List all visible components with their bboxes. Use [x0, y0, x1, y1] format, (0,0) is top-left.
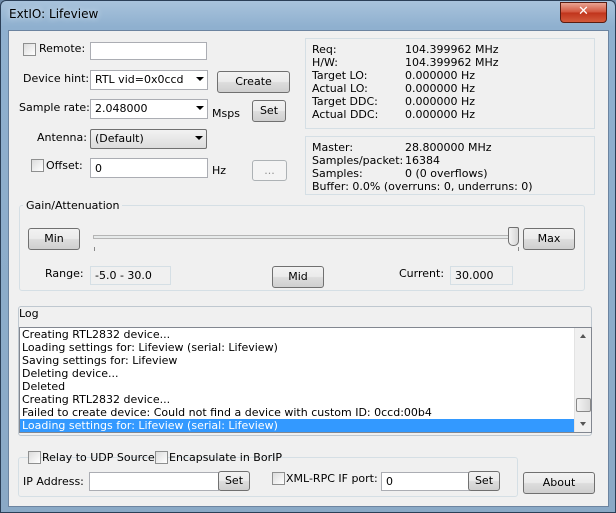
close-button[interactable]: ✕ [560, 2, 607, 23]
gain-min-button[interactable]: Min [28, 228, 80, 250]
freq-info-value: 0.000000 Hz [405, 82, 476, 95]
current-label: Current: [399, 267, 445, 280]
remote-checkbox[interactable] [23, 43, 36, 56]
device-hint-value: RTL vid=0x0ccd pid [95, 73, 205, 86]
gain-max-button[interactable]: Max [523, 228, 575, 250]
title-bar[interactable]: ExtIO: Lifeview ✕ [1, 1, 615, 29]
sample-rate-combo[interactable]: 2.048000 [90, 99, 208, 119]
about-button[interactable]: About [523, 472, 595, 494]
freq-info-label: Target LO: [312, 69, 368, 82]
log-title: Log [19, 307, 39, 320]
sample-rate-unit: Msps [212, 107, 240, 120]
scroll-up-icon[interactable] [575, 328, 591, 344]
xmlrpc-set-button[interactable]: Set [468, 471, 500, 491]
stream-info-label: Master: [312, 141, 354, 154]
log-scroll-thumb[interactable] [576, 398, 591, 412]
ip-address-input[interactable] [89, 472, 219, 491]
chevron-down-icon [195, 136, 203, 140]
freq-info-label: Req: [312, 43, 337, 56]
frequency-info-panel: Req: 104.399962 MHz H/W: 104.399962 MHz Targ… [305, 38, 595, 129]
gain-slider-track[interactable] [93, 235, 519, 239]
range-label: Range: [45, 267, 84, 280]
antenna-label: Antenna: [37, 131, 87, 144]
log-line[interactable]: Deleted [20, 380, 574, 393]
ip-address-label: IP Address: [23, 475, 84, 488]
sample-rate-label: Sample rate: [19, 101, 90, 114]
gain-slider-thumb[interactable] [508, 227, 519, 246]
freq-info-label: Target DDC: [312, 95, 378, 108]
remote-input[interactable] [90, 42, 207, 60]
sample-rate-set-button[interactable]: Set [252, 100, 286, 122]
freq-info-label: Actual LO: [312, 82, 368, 95]
remote-label: Remote: [39, 42, 86, 55]
offset-unit: Hz [212, 164, 227, 177]
offset-label: Offset: [46, 159, 83, 172]
gain-mid-button[interactable]: Mid [272, 266, 324, 288]
stream-info-panel: Master: 28.800000 MHz Samples/packet: 16384… [305, 136, 595, 195]
log-scrollbar[interactable] [574, 328, 591, 432]
chevron-down-icon [196, 77, 204, 81]
scroll-down-icon[interactable] [575, 416, 591, 432]
log-line[interactable]: Loading settings for: Lifeview (serial: … [20, 341, 574, 354]
ip-set-button[interactable]: Set [218, 471, 250, 491]
slider-tick-min [94, 247, 95, 251]
xmlrpc-checkbox[interactable] [272, 472, 285, 485]
xmlrpc-port-label: XML-RPC IF port: [286, 472, 378, 485]
gain-group-title: Gain/Attenuation [23, 199, 123, 212]
offset-input[interactable]: 0 [90, 158, 208, 178]
log-line[interactable]: Failed to create device: Could not find … [20, 406, 574, 419]
log-line[interactable]: Deleting device... [20, 367, 574, 380]
xmlrpc-port-input[interactable]: 0 [381, 472, 470, 491]
log-list[interactable]: Creating RTL2832 device... Loading settin… [19, 327, 592, 433]
extio-window: ExtIO: Lifeview ✕ Remote: Device hint: R… [0, 0, 616, 513]
log-line[interactable]: Creating RTL2832 device... [20, 328, 574, 341]
freq-info-value: 0.000000 Hz [405, 69, 476, 82]
freq-info-label: Actual DDC: [312, 108, 379, 121]
relay-udp-label: Relay to UDP Source [42, 451, 155, 464]
freq-info-value: 0.000000 Hz [405, 95, 476, 108]
range-value: -5.0 - 30.0 [90, 266, 171, 285]
log-line[interactable]: Creating RTL2832 device... [20, 393, 574, 406]
current-value: 30.000 [450, 266, 513, 285]
stream-info-value: 28.800000 MHz [405, 141, 492, 154]
dialog-client-area: Remote: Device hint: RTL vid=0x0ccd pid … [8, 30, 609, 507]
stream-info-label: Samples: [312, 167, 363, 180]
log-line[interactable]: Loading settings for: Lifeview (serial: … [20, 419, 574, 432]
slider-tick-max [518, 247, 519, 251]
freq-info-value: 104.399962 MHz [405, 56, 499, 69]
buffer-status: Buffer: 0.0% (overruns: 0, underruns: 0) [312, 180, 533, 193]
freq-info-value: 104.399962 MHz [405, 43, 499, 56]
device-hint-label: Device hint: [23, 72, 90, 85]
antenna-value: (Default) [95, 132, 144, 145]
stream-info-value: 16384 [405, 154, 440, 167]
freq-info-label: H/W: [312, 56, 338, 69]
log-line[interactable]: Saving settings for: Lifeview [20, 354, 574, 367]
window-title: ExtIO: Lifeview [9, 7, 99, 21]
relay-udp-checkbox[interactable] [28, 451, 41, 464]
stream-info-value: 0 (0 overflows) [405, 167, 488, 180]
sample-rate-value: 2.048000 [95, 102, 148, 115]
offset-more-button[interactable]: ... [252, 160, 287, 181]
freq-info-value: 0.000000 Hz [405, 108, 476, 121]
chevron-down-icon [196, 106, 204, 110]
stream-info-label: Samples/packet: [312, 154, 404, 167]
offset-checkbox[interactable] [31, 159, 44, 172]
create-button[interactable]: Create [217, 71, 290, 93]
device-hint-combo[interactable]: RTL vid=0x0ccd pid [90, 70, 208, 90]
encapsulate-borip-label: Encapsulate in BorIP [169, 451, 282, 464]
encapsulate-borip-checkbox[interactable] [155, 451, 168, 464]
antenna-combo[interactable]: (Default) [90, 129, 207, 149]
